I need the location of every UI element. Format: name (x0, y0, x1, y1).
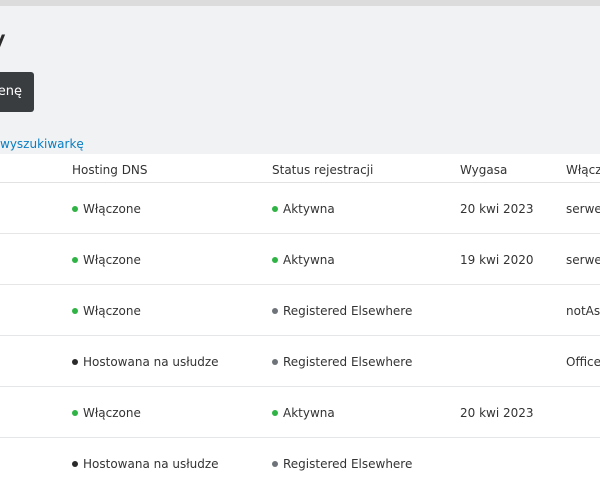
dns-value: Włączone (83, 253, 141, 267)
enabled-cell: serwe (566, 253, 600, 267)
domains-table: Hosting DNS Status rejestracji Wygasa Wł… (0, 154, 600, 488)
page-title: y (0, 22, 6, 62)
column-header-dns[interactable]: Hosting DNS (72, 163, 148, 177)
table-header: Hosting DNS Status rejestracji Wygasa Wł… (0, 154, 600, 183)
primary-action-button[interactable]: enę (0, 72, 34, 112)
dns-value: Włączone (83, 202, 141, 216)
status-value: Registered Elsewhere (283, 355, 413, 369)
status-dot-icon (72, 205, 78, 212)
status-dot-icon (272, 205, 278, 212)
status-dot-icon (272, 256, 278, 263)
dns-cell: Włączone (72, 253, 141, 267)
status-cell: Aktywna (272, 253, 335, 267)
table-row[interactable]: Włączone Aktywna 20 kwi 2023 (0, 387, 600, 438)
enabled-cell: notAs (566, 304, 600, 318)
dns-value: Włączone (83, 304, 141, 318)
search-link[interactable]: wyszukiwarkę (0, 137, 84, 151)
dns-value: Hostowana na usłudze (83, 355, 219, 369)
status-cell: Registered Elsewhere (272, 304, 412, 318)
dns-cell: Włączone (72, 406, 141, 420)
column-header-enabled[interactable]: Włączo (566, 163, 600, 177)
enabled-cell: Office (566, 355, 600, 369)
status-cell: Aktywna (272, 406, 335, 420)
table-row[interactable]: Włączone Aktywna 19 kwi 2020 serwe (0, 234, 600, 285)
dns-cell: Włączone (72, 304, 141, 318)
page-header: y enę wyszukiwarkę (0, 6, 600, 154)
status-value: Registered Elsewhere (283, 457, 413, 471)
status-dot-icon (272, 358, 278, 365)
status-dot-icon (72, 256, 78, 263)
dns-cell: Hostowana na usłudze (72, 457, 219, 471)
status-dot-icon (72, 358, 78, 365)
status-cell: Aktywna (272, 202, 335, 216)
table-row[interactable]: Hostowana na usłudze Registered Elsewher… (0, 438, 600, 488)
status-dot-icon (72, 460, 78, 467)
column-header-expires[interactable]: Wygasa (460, 163, 507, 177)
table-row[interactable]: Hostowana na usłudze Registered Elsewher… (0, 336, 600, 387)
status-dot-icon (72, 307, 78, 314)
enabled-cell: serwe (566, 202, 600, 216)
expires-cell: 20 kwi 2023 (460, 202, 534, 216)
status-value: Registered Elsewhere (283, 304, 413, 318)
status-dot-icon (272, 409, 278, 416)
status-cell: Registered Elsewhere (272, 355, 412, 369)
status-value: Aktywna (283, 253, 335, 267)
status-value: Aktywna (283, 406, 335, 420)
dns-value: Hostowana na usłudze (83, 457, 219, 471)
table-row[interactable]: Włączone Registered Elsewhere notAs (0, 285, 600, 336)
expires-cell: 19 kwi 2020 (460, 253, 534, 267)
status-cell: Registered Elsewhere (272, 457, 412, 471)
column-header-status[interactable]: Status rejestracji (272, 163, 373, 177)
expires-cell: 20 kwi 2023 (460, 406, 534, 420)
status-dot-icon (72, 409, 78, 416)
status-dot-icon (272, 307, 278, 314)
dns-cell: Włączone (72, 202, 141, 216)
table-row[interactable]: Włączone Aktywna 20 kwi 2023 serwe (0, 183, 600, 234)
dns-cell: Hostowana na usłudze (72, 355, 219, 369)
status-value: Aktywna (283, 202, 335, 216)
dns-value: Włączone (83, 406, 141, 420)
status-dot-icon (272, 460, 278, 467)
